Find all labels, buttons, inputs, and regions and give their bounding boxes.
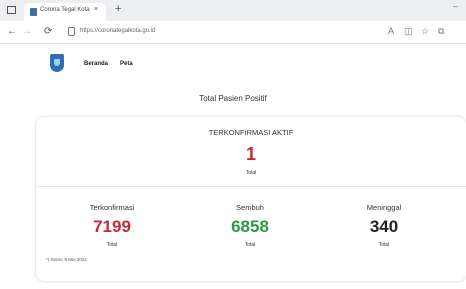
active-label: TERKONFIRMASI AKTIF	[208, 128, 294, 137]
stat-label-recovered: Sembuh	[236, 203, 264, 212]
browser-toolbar: ← → ⟳ https://coronategalkota.go.id A ◫ …	[0, 21, 466, 44]
section-title: Total Pasien Positif	[199, 94, 267, 103]
stat-value-death: 340	[369, 217, 399, 236]
back-arrow-icon[interactable]: ←	[7, 26, 17, 38]
stat-sub-confirmed: Total	[106, 242, 118, 248]
tab-close-icon[interactable]: ×	[94, 6, 98, 13]
browser-tab-bar: Corona Tegal Kota × + –	[0, 0, 466, 21]
update-date-note: *) Senin, 9 Mei 2022	[46, 257, 87, 262]
stat-label-death: Meninggal	[366, 203, 402, 212]
tab-title: Corona Tegal Kota	[40, 7, 90, 13]
active-value: 1	[245, 144, 256, 164]
stat-value-confirmed: 7199	[93, 217, 131, 236]
card-divider	[36, 186, 466, 187]
lock-icon[interactable]	[68, 27, 75, 36]
read-aloud-icon[interactable]: A	[388, 26, 394, 37]
stat-sub-death: Total	[378, 242, 390, 248]
forward-arrow-icon[interactable]: →	[22, 26, 32, 38]
new-tab-icon[interactable]: +	[115, 3, 121, 16]
browser-tab[interactable]: Corona Tegal Kota ×	[24, 3, 106, 21]
window-menu-icon[interactable]	[7, 6, 16, 14]
favorite-star-icon[interactable]: ☆	[421, 26, 429, 37]
refresh-icon[interactable]: ⟳	[44, 26, 52, 38]
stats-card: TERKONFIRMASI AKTIF 1 Total Terkonfirmas…	[36, 117, 466, 281]
stat-sub-recovered: Total	[244, 242, 256, 248]
collections-icon[interactable]: ⧉	[438, 26, 444, 37]
city-logo-icon[interactable]	[50, 54, 64, 72]
site-favicon-icon	[30, 8, 37, 16]
active-sub: Total	[245, 170, 257, 176]
stat-label-confirmed: Terkonfirmasi	[89, 203, 135, 212]
extension-icon[interactable]: ◫	[404, 26, 413, 37]
window-minimize-icon[interactable]: –	[453, 2, 457, 11]
stat-value-recovered: 6858	[231, 217, 269, 236]
address-bar[interactable]: https://coronategalkota.go.id	[80, 28, 155, 34]
nav-item-beranda[interactable]: Beranda	[84, 61, 108, 67]
nav-item-peta[interactable]: Peta	[120, 61, 133, 67]
site-header: Beranda Peta	[0, 44, 466, 88]
